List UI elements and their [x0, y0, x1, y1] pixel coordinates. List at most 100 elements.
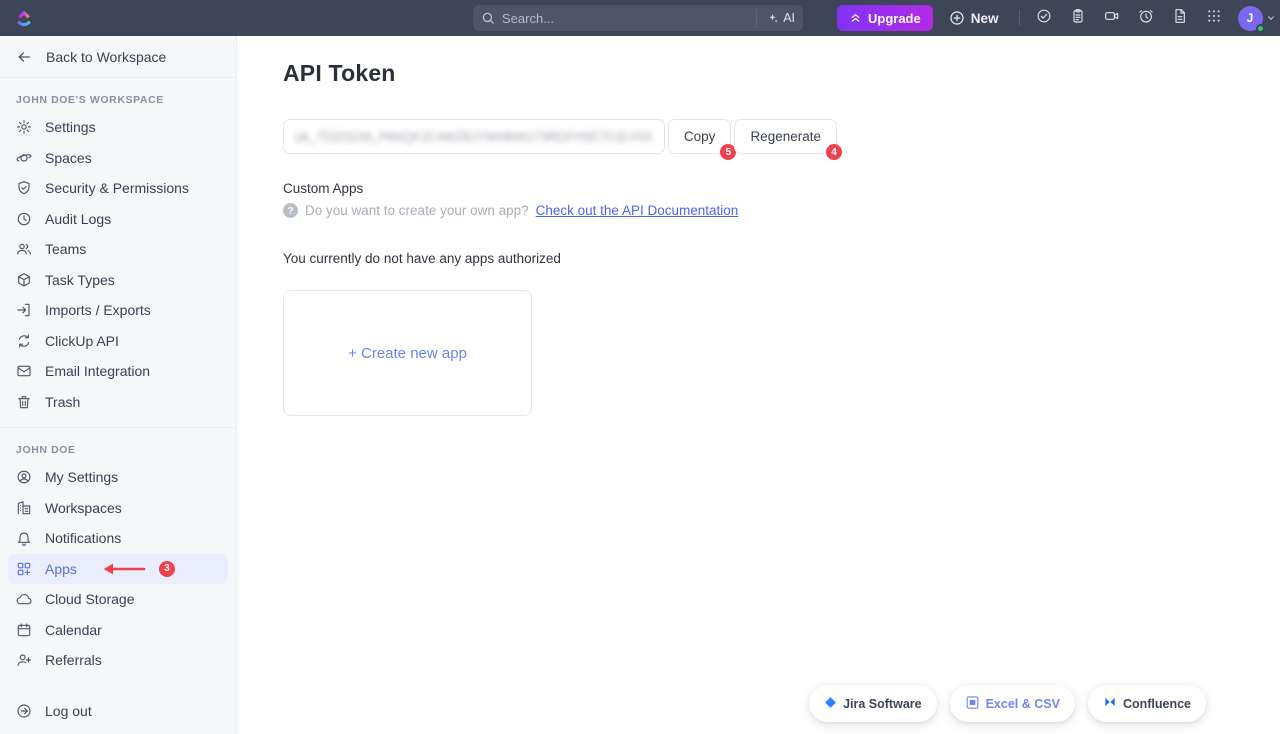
sidebar-item-teams[interactable]: Teams	[8, 234, 228, 265]
sidebar-item-label: Audit Logs	[45, 211, 111, 227]
sidebar-item-label: Workspaces	[45, 500, 122, 516]
sidebar-item-workspaces[interactable]: Workspaces	[8, 493, 228, 524]
topbar-actions: Upgrade New J	[837, 5, 1276, 31]
sidebar-item-label: Trash	[45, 394, 80, 410]
excel-csv-button[interactable]: Excel & CSV	[950, 685, 1075, 722]
document-icon	[1172, 8, 1188, 29]
confluence-button[interactable]: Confluence	[1088, 685, 1206, 722]
logout-section: Log out	[0, 686, 236, 734]
sidebar-item-clickup-api[interactable]: ClickUp API	[8, 326, 228, 357]
sidebar-item-log-out[interactable]: Log out	[8, 696, 228, 727]
cloud-icon	[16, 591, 32, 607]
check-circle-button[interactable]	[1030, 5, 1058, 31]
api-token-value-blurred: pk_75323156_P6NQK2C4WZ8JYMXB0A1T9RDFH5E7…	[296, 130, 652, 144]
clock-icon	[16, 211, 32, 227]
ai-button[interactable]: AI	[756, 9, 795, 27]
sidebar-item-label: Task Types	[45, 272, 115, 288]
copy-button[interactable]: Copy 5	[668, 119, 732, 154]
sidebar-item-email-integration[interactable]: Email Integration	[8, 356, 228, 387]
arrow-left-icon	[16, 49, 32, 65]
api-documentation-link[interactable]: Check out the API Documentation	[536, 203, 739, 218]
integration-label: Confluence	[1123, 697, 1191, 711]
sidebar-item-calendar[interactable]: Calendar	[8, 615, 228, 646]
sidebar-item-label: Cloud Storage	[45, 591, 135, 607]
topbar: AI Upgrade New J	[0, 0, 1280, 36]
integration-shortcuts: Jira Software Excel & CSV Confluence	[809, 685, 1206, 722]
video-camera-icon	[1104, 8, 1120, 29]
sidebar-section-label: JOHN DOE'S WORKSPACE	[0, 84, 236, 112]
upgrade-label: Upgrade	[868, 11, 921, 26]
sidebar-item-security-permissions[interactable]: Security & Permissions	[8, 173, 228, 204]
sidebar-item-label: Email Integration	[45, 363, 150, 379]
user-circle-icon	[16, 469, 32, 485]
topbar-divider	[1019, 10, 1020, 26]
regenerate-button[interactable]: Regenerate 4	[734, 119, 837, 154]
grid-plus-icon	[16, 561, 32, 577]
sidebar-item-spaces[interactable]: Spaces	[8, 143, 228, 174]
back-to-workspace-button[interactable]: Back to Workspace	[0, 36, 236, 78]
create-new-app-button[interactable]: + Create new app	[283, 290, 532, 416]
video-camera-button[interactable]	[1098, 5, 1126, 31]
people-icon	[16, 241, 32, 257]
upgrade-button[interactable]: Upgrade	[837, 5, 933, 31]
annotation-arrow-icon	[100, 562, 146, 576]
sidebar-item-label: Referrals	[45, 652, 102, 668]
sidebar-item-label: Settings	[45, 119, 96, 135]
sidebar-section: JOHN DOE'S WORKSPACE Settings Spaces Securi…	[0, 78, 236, 428]
sidebar-item-label: Apps	[45, 561, 77, 577]
sparkles-icon	[766, 12, 779, 25]
presence-dot	[1256, 24, 1265, 33]
custom-apps-help-row: ? Do you want to create your own app? Ch…	[283, 203, 1280, 218]
jira-software-button[interactable]: Jira Software	[809, 685, 937, 722]
search-input[interactable]	[502, 11, 750, 26]
api-token-field[interactable]: pk_75323156_P6NQK2C4WZ8JYMXB0A1T9RDFH5E7…	[283, 119, 665, 154]
sidebar-item-settings[interactable]: Settings	[8, 112, 228, 143]
sidebar-item-label: Spaces	[45, 150, 92, 166]
clickup-logo-icon[interactable]	[14, 7, 34, 29]
sidebar-item-label: Log out	[45, 703, 92, 719]
sidebar-item-label: Notifications	[45, 530, 121, 546]
topbar-icon-strip	[1030, 5, 1228, 31]
create-new-app-label: + Create new app	[348, 345, 467, 362]
clipboard-button[interactable]	[1064, 5, 1092, 31]
token-row: pk_75323156_P6NQK2C4WZ8JYMXB0A1T9RDFH5E7…	[283, 119, 837, 154]
sidebar-item-my-settings[interactable]: My Settings	[8, 462, 228, 493]
sidebar-item-task-types[interactable]: Task Types	[8, 265, 228, 296]
cube-icon	[16, 272, 32, 288]
alarm-clock-button[interactable]	[1132, 5, 1160, 31]
document-button[interactable]	[1166, 5, 1194, 31]
planet-icon	[16, 150, 32, 166]
sidebar-item-label: My Settings	[45, 469, 118, 485]
back-to-workspace-label: Back to Workspace	[46, 49, 166, 65]
account-menu[interactable]: J	[1238, 6, 1276, 31]
annotation-badge-4: 4	[826, 144, 842, 160]
sidebar-item-notifications[interactable]: Notifications	[8, 523, 228, 554]
sidebar-item-cloud-storage[interactable]: Cloud Storage	[8, 584, 228, 615]
sidebar-item-audit-logs[interactable]: Audit Logs	[8, 204, 228, 235]
clipboard-icon	[1070, 8, 1086, 29]
new-label: New	[971, 11, 999, 26]
sidebar-sections: JOHN DOE'S WORKSPACE Settings Spaces Securi…	[0, 78, 236, 686]
sidebar-item-label: ClickUp API	[45, 333, 119, 349]
import-export-icon	[16, 302, 32, 318]
api-arrows-icon	[16, 333, 32, 349]
plus-circle-icon	[949, 10, 965, 26]
app-grid-button[interactable]	[1200, 5, 1228, 31]
search-bar[interactable]: AI	[473, 5, 803, 31]
search-icon	[481, 11, 495, 25]
sidebar-item-trash[interactable]: Trash	[8, 387, 228, 418]
custom-apps-heading: Custom Apps	[283, 181, 1280, 196]
jira-icon	[824, 696, 837, 712]
sidebar-section: JOHN DOE My Settings Workspaces Notificatio…	[0, 428, 236, 686]
new-button[interactable]: New	[939, 5, 1009, 31]
sidebar-item-label: Imports / Exports	[45, 302, 151, 318]
sidebar-item-referrals[interactable]: Referrals	[8, 645, 228, 676]
sidebar-section-label: JOHN DOE	[0, 434, 236, 462]
sidebar-item-apps[interactable]: Apps3	[8, 554, 228, 585]
sidebar-item-imports-exports[interactable]: Imports / Exports	[8, 295, 228, 326]
gear-icon	[16, 119, 32, 135]
check-circle-icon	[1036, 8, 1052, 29]
user-plus-icon	[16, 652, 32, 668]
upgrade-icon	[849, 12, 862, 25]
building-icon	[16, 500, 32, 516]
